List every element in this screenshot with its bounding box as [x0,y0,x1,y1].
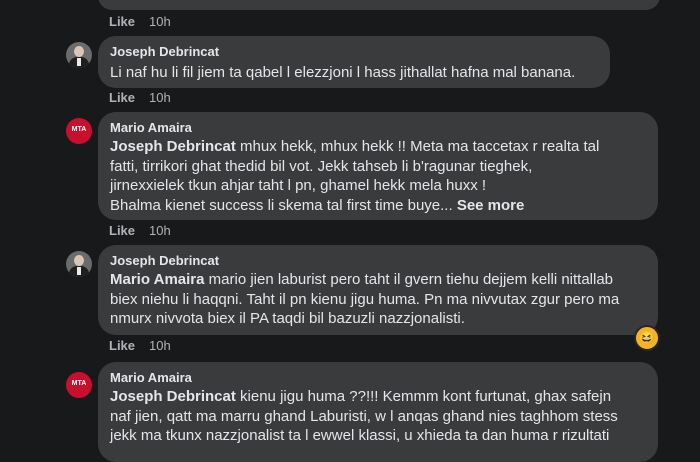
mention-link[interactable]: Joseph Debrincat [110,138,236,155]
avatar-joseph-debrincat[interactable] [66,251,92,277]
like-button[interactable]: Like [109,90,135,105]
comment-actions: Like 10h [109,338,171,353]
avatar-mario-amaira[interactable]: MTA [66,372,92,398]
timestamp[interactable]: 10h [149,14,171,29]
comment-actions: Like 10h [109,90,171,105]
comment-author[interactable]: Mario Amaira [110,370,192,385]
comment-text: Li naf hu li fil jiem ta qabel l elezzjo… [110,64,576,81]
like-button[interactable]: Like [109,223,135,238]
haha-reaction-icon[interactable]: 😆 [634,325,660,351]
comment-text: Joseph Debrincat mhux hekk, mhux hekk !!… [110,138,600,214]
comment-bubble: Mario Amaira Joseph Debrincat mhux hekk,… [98,112,658,220]
comment-actions: Like 10h [109,223,171,238]
mention-link[interactable]: Joseph Debrincat [110,388,236,405]
comment-text: Mario Amaira mario jien laburist pero ta… [110,271,620,327]
timestamp[interactable]: 10h [149,338,171,353]
comment-author[interactable]: Mario Amaira [110,120,192,135]
comment-bubble: Joseph Debrincat Li naf hu li fil jiem t… [98,36,610,88]
see-more-link[interactable]: See more [457,197,525,214]
comment-actions-clipped: Like 10h [109,14,171,29]
avatar-joseph-debrincat[interactable] [66,42,92,68]
timestamp[interactable]: 10h [149,90,171,105]
mention-link[interactable]: Mario Amaira [110,271,204,288]
comment-text: Joseph Debrincat kienu jigu huma ??!!! K… [110,388,618,444]
comment-author[interactable]: Joseph Debrincat [110,253,219,268]
comment-bubble-clipped [98,0,660,10]
like-button[interactable]: Like [109,14,135,29]
comment-author[interactable]: Joseph Debrincat [110,44,219,59]
comment-bubble: Mario Amaira Joseph Debrincat kienu jigu… [98,362,658,462]
comment-bubble: Joseph Debrincat Mario Amaira mario jien… [98,245,658,335]
like-button[interactable]: Like [109,338,135,353]
avatar-mario-amaira[interactable]: MTA [66,118,92,144]
timestamp[interactable]: 10h [149,223,171,238]
